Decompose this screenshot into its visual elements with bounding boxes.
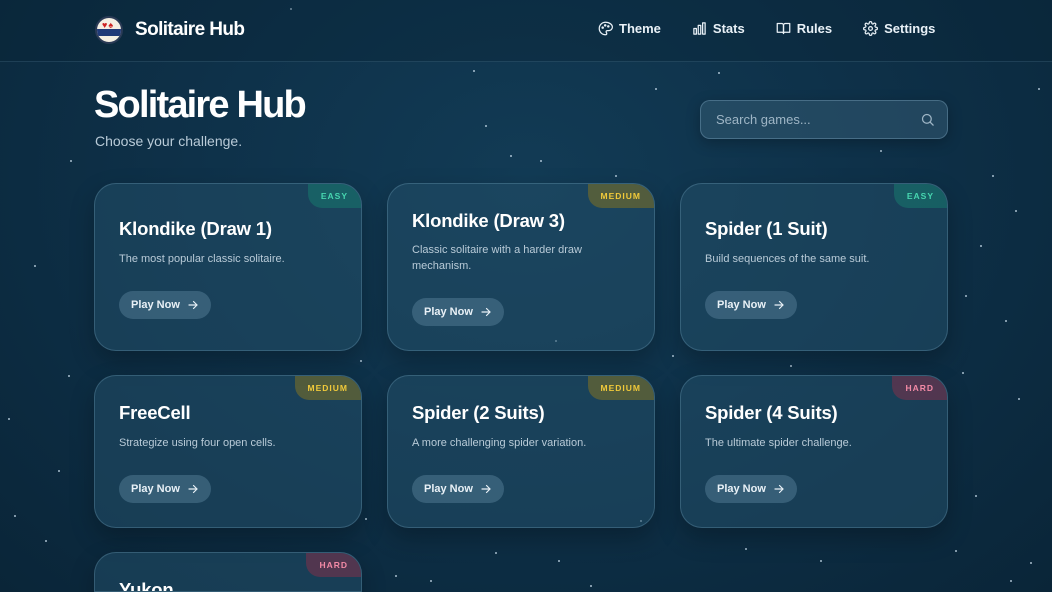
brand[interactable]: ♥♠ Solitaire Hub: [95, 16, 245, 44]
play-now-label: Play Now: [131, 483, 180, 495]
play-now-button[interactable]: Play Now: [412, 475, 504, 503]
game-card-freecell[interactable]: MEDIUM FreeCell Strategize using four op…: [94, 375, 362, 528]
game-title: Klondike (Draw 1): [119, 218, 272, 239]
nav-stats[interactable]: Stats: [692, 21, 745, 36]
game-description: A more challenging spider variation.: [412, 437, 587, 449]
play-now-button[interactable]: Play Now: [119, 475, 211, 503]
difficulty-badge: MEDIUM: [587, 376, 654, 400]
game-description: The most popular classic solitaire.: [119, 253, 285, 265]
game-title: FreeCell: [119, 402, 191, 423]
nav-settings-label: Settings: [884, 21, 936, 36]
difficulty-badge: HARD: [306, 553, 361, 577]
search-box: [700, 100, 948, 139]
game-card-spider-4-suits[interactable]: HARD Spider (4 Suits) The ultimate spide…: [680, 375, 948, 528]
game-title: Klondike (Draw 3): [412, 210, 565, 231]
arrow-right-icon: [188, 484, 198, 494]
game-title: Spider (4 Suits): [705, 402, 838, 423]
nav-rules-label: Rules: [796, 21, 833, 36]
page-subtitle: Choose your challenge.: [95, 133, 243, 149]
game-title: Spider (1 Suit): [705, 218, 828, 239]
nav-rules[interactable]: Rules: [776, 21, 832, 36]
arrow-right-icon: [481, 484, 491, 494]
top-navbar: ♥♠ Solitaire Hub Theme Stats Rules Setti…: [0, 0, 1052, 62]
play-now-label: Play Now: [717, 299, 766, 311]
brand-name: Solitaire Hub: [135, 19, 245, 40]
play-now-label: Play Now: [424, 306, 473, 318]
play-now-button[interactable]: Play Now: [412, 298, 504, 326]
search-input[interactable]: [701, 101, 911, 138]
game-card-klondike-draw-1[interactable]: EASY Klondike (Draw 1) The most popular …: [94, 183, 362, 351]
game-card-yukon[interactable]: HARD Yukon: [94, 552, 362, 592]
nav-settings[interactable]: Settings: [863, 21, 935, 36]
bar-chart-icon: [693, 22, 706, 35]
arrow-right-icon: [774, 300, 784, 310]
play-now-button[interactable]: Play Now: [119, 291, 211, 319]
play-now-button[interactable]: Play Now: [705, 475, 797, 503]
game-description: Build sequences of the same suit.: [705, 253, 870, 265]
difficulty-badge: HARD: [892, 376, 947, 400]
solitaire-hub-logo: ♥♠: [95, 16, 123, 44]
play-now-label: Play Now: [717, 483, 766, 495]
main-nav: Theme Stats Rules Settings: [598, 21, 966, 36]
game-card-klondike-draw-3[interactable]: MEDIUM Klondike (Draw 3) Classic solitai…: [387, 183, 655, 351]
page-title: Solitaire Hub: [94, 84, 307, 126]
game-description: The ultimate spider challenge.: [705, 437, 852, 449]
play-now-button[interactable]: Play Now: [705, 291, 797, 319]
play-now-label: Play Now: [424, 483, 473, 495]
nav-theme-label: Theme: [619, 21, 661, 36]
arrow-right-icon: [188, 300, 198, 310]
difficulty-badge: EASY: [893, 184, 947, 208]
difficulty-badge: MEDIUM: [294, 376, 361, 400]
difficulty-badge: MEDIUM: [587, 184, 654, 208]
play-now-label: Play Now: [131, 299, 180, 311]
nav-theme[interactable]: Theme: [598, 21, 661, 36]
palette-icon: [598, 21, 613, 36]
book-icon: [776, 22, 791, 35]
game-card-spider-2-suits[interactable]: MEDIUM Spider (2 Suits) A more challengi…: [387, 375, 655, 528]
game-title: Yukon: [119, 579, 174, 592]
game-title: Spider (2 Suits): [412, 402, 545, 423]
gear-icon: [863, 21, 879, 36]
nav-stats-label: Stats: [712, 21, 745, 36]
game-description: Classic solitaire with a harder draw mec…: [412, 244, 582, 272]
game-card-spider-1-suit[interactable]: EASY Spider (1 Suit) Build sequences of …: [680, 183, 948, 351]
search-icon[interactable]: [920, 112, 935, 127]
arrow-right-icon: [774, 484, 784, 494]
game-description: Strategize using four open cells.: [119, 437, 276, 449]
arrow-right-icon: [481, 307, 491, 317]
difficulty-badge: EASY: [307, 184, 361, 208]
